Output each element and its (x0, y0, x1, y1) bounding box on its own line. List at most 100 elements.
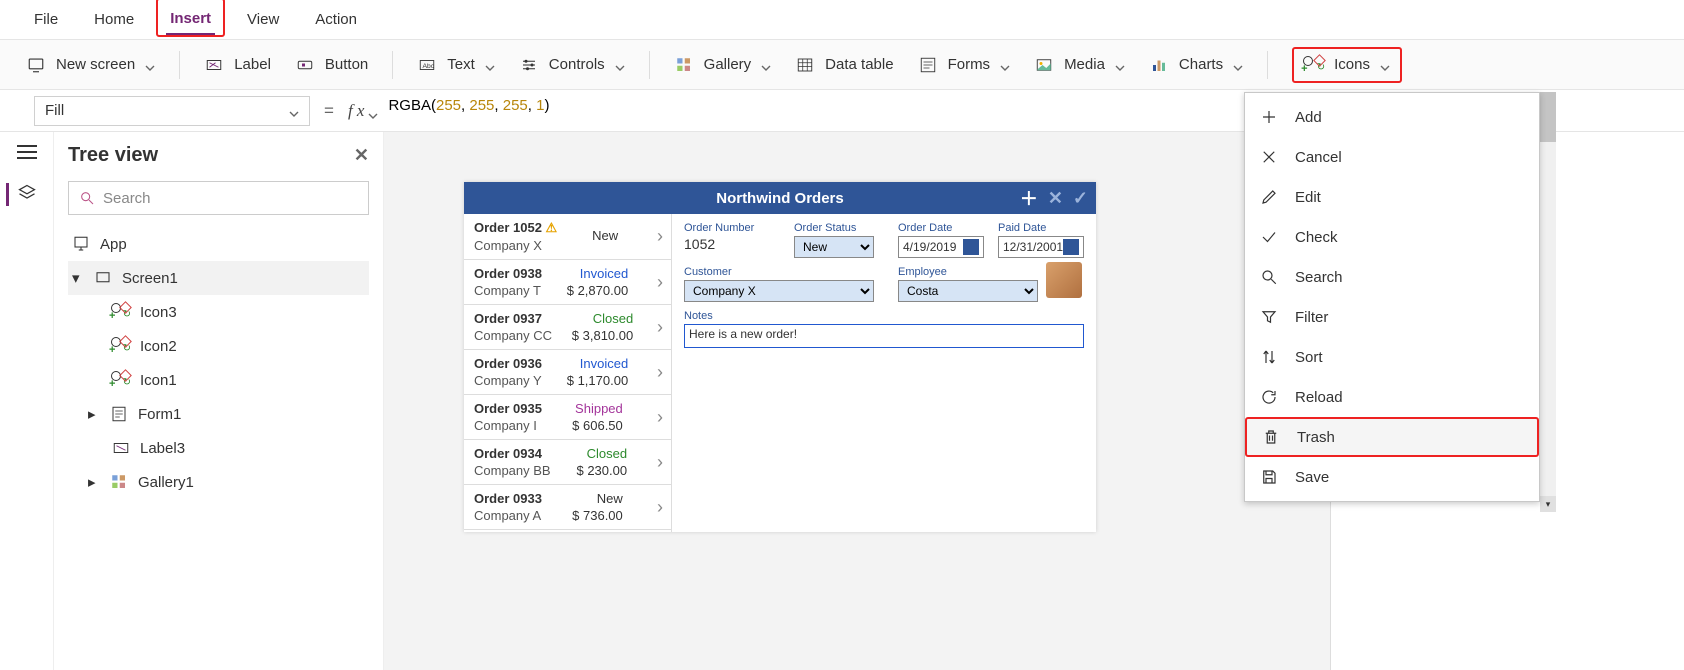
check-icon[interactable]: ✓ (1073, 188, 1088, 209)
iconmenu-label: Add (1295, 109, 1322, 126)
menu-home[interactable]: Home (90, 5, 138, 34)
order-row[interactable]: Order 0937Company CCClosed$ 3,810.00› (464, 305, 671, 350)
iconmenu-label: Filter (1295, 309, 1328, 326)
close-icon[interactable]: ✕ (1048, 188, 1063, 209)
tree-panel: Tree view ✕ Search App ▾ Screen1 +↻Icon3… (54, 132, 384, 670)
app-title: Northwind Orders (716, 190, 844, 207)
ribbon-datatable[interactable]: Data table (795, 55, 893, 75)
tree-app-label: App (100, 236, 127, 253)
chevron-down-icon (485, 60, 495, 70)
menu-action[interactable]: Action (311, 5, 361, 34)
iconmenu-sort[interactable]: Sort (1245, 337, 1539, 377)
equals-icon: = (324, 101, 334, 121)
tree-node-screen1[interactable]: ▾ Screen1 (68, 261, 369, 295)
chevron-down-icon (1380, 60, 1390, 70)
iconmenu-label: Save (1295, 469, 1329, 486)
tree-node-icon1[interactable]: +↻Icon1 (68, 363, 369, 397)
ribbon-label[interactable]: Label (204, 55, 271, 75)
menu-view[interactable]: View (243, 5, 283, 34)
svg-text:Abc: Abc (423, 63, 435, 70)
tree-search[interactable]: Search (68, 181, 369, 215)
order-row[interactable]: Order 0934Company BBClosed$ 230.00› (464, 440, 671, 485)
property-selector[interactable]: Fill (34, 96, 310, 126)
paid-date-input[interactable]: 12/31/2001 (998, 236, 1084, 258)
icons-dropdown: Add CancelEditCheckSearch Filter SortReload… (1244, 92, 1540, 502)
app-titlebar: Northwind Orders ＋ ✕ ✓ (464, 182, 1096, 214)
controls-icon (519, 55, 539, 75)
tree-node-label3[interactable]: Label3 (68, 431, 369, 465)
chevron-down-icon (145, 60, 155, 70)
menu-insert[interactable]: Insert (166, 4, 215, 36)
check-icon (1259, 227, 1279, 247)
ribbon-forms-label: Forms (948, 56, 991, 73)
ribbon-gallery[interactable]: Gallery (674, 55, 772, 75)
iconmenu-save[interactable]: Save (1245, 457, 1539, 497)
order-row[interactable]: Order 0935Company IShipped$ 606.50› (464, 395, 671, 440)
filter-icon (1259, 307, 1279, 327)
ribbon-button-text: Button (325, 56, 368, 73)
ribbon-media[interactable]: Media (1034, 55, 1125, 75)
screen-icon (26, 55, 46, 75)
order-list[interactable]: Order 1052 ⚠Company XNew›Order 0938Compa… (464, 214, 672, 532)
notes-label: Notes (684, 310, 1084, 322)
media-icon (1034, 55, 1054, 75)
ribbon-controls[interactable]: Controls (519, 55, 625, 75)
add-icon[interactable]: ＋ (1020, 185, 1038, 211)
iconmenu-check[interactable]: Check (1245, 217, 1539, 257)
tree-node-label: Gallery1 (138, 474, 194, 491)
order-status-select[interactable]: New (794, 236, 874, 258)
iconmenu-search[interactable]: Search (1245, 257, 1539, 297)
ribbon-button[interactable]: Button (295, 55, 368, 75)
customer-select[interactable]: Company X (684, 280, 874, 302)
iconmenu-trash[interactable]: Trash (1245, 417, 1539, 457)
dropdown-scrollbar[interactable]: ▾ (1540, 92, 1556, 512)
app-preview[interactable]: Northwind Orders ＋ ✕ ✓ Order 1052 ⚠Compa… (464, 182, 1096, 532)
menu-file[interactable]: File (30, 5, 62, 34)
tree-node-icon3[interactable]: +↻Icon3 (68, 295, 369, 329)
order-row[interactable]: Order 0936Company YInvoiced$ 1,170.00› (464, 350, 671, 395)
close-icon[interactable]: ✕ (354, 145, 369, 166)
label-icon (204, 55, 224, 75)
separator (179, 51, 180, 79)
order-row[interactable]: Order 0938Company TInvoiced$ 2,870.00› (464, 260, 671, 305)
ribbon-label-text: Label (234, 56, 271, 73)
tree-node-label: Icon2 (140, 338, 177, 355)
employee-select[interactable]: Costa (898, 280, 1038, 302)
tree-node-label: Icon1 (140, 372, 177, 389)
iconmenu-edit[interactable]: Edit (1245, 177, 1539, 217)
ribbon-charts[interactable]: Charts (1149, 55, 1243, 75)
ribbon-icons-label: Icons (1334, 56, 1370, 73)
tree-node-label: Label3 (140, 440, 185, 457)
order-status-label: Order Status (794, 222, 884, 234)
tree-node-form1[interactable]: ▸Form1 (68, 397, 369, 431)
hamburger-icon[interactable] (17, 144, 37, 163)
customer-label: Customer (684, 266, 884, 278)
iconmenu-reload[interactable]: Reload (1245, 377, 1539, 417)
order-date-label: Order Date (898, 222, 984, 234)
ribbon-charts-label: Charts (1179, 56, 1223, 73)
tree-node-icon2[interactable]: +↻Icon2 (68, 329, 369, 363)
fx-icon[interactable]: f x (348, 101, 379, 121)
ribbon-text[interactable]: Abc Text (417, 55, 495, 75)
scroll-down-icon[interactable]: ▾ (1540, 496, 1556, 512)
order-row[interactable]: Order 0933Company ANew$ 736.00› (464, 485, 671, 530)
chevron-down-icon (1115, 60, 1125, 70)
iconmenu-filter[interactable]: Filter (1245, 297, 1539, 337)
iconmenu-add[interactable]: Add (1245, 97, 1539, 137)
search-icon (79, 190, 95, 206)
iconmenu-cancel[interactable]: Cancel (1245, 137, 1539, 177)
order-date-input[interactable]: 4/19/2019 (898, 236, 984, 258)
notes-input[interactable]: Here is a new order! (684, 324, 1084, 348)
ribbon-forms[interactable]: Forms (918, 55, 1011, 75)
order-form: Order Number1052 Order StatusNew Order D… (672, 214, 1096, 532)
ribbon-icons[interactable]: +↻ Icons (1292, 47, 1402, 83)
order-row[interactable]: Order 1052 ⚠Company XNew› (464, 214, 671, 260)
ribbon-new-screen[interactable]: New screen (26, 55, 155, 75)
order-number-label: Order Number (684, 222, 780, 234)
scrollbar-thumb[interactable] (1540, 92, 1556, 142)
chevron-down-icon (1000, 60, 1010, 70)
tree-node-app[interactable]: App (68, 227, 369, 261)
separator (649, 51, 650, 79)
tree-view-icon[interactable] (6, 183, 37, 206)
tree-node-gallery1[interactable]: ▸Gallery1 (68, 465, 369, 499)
